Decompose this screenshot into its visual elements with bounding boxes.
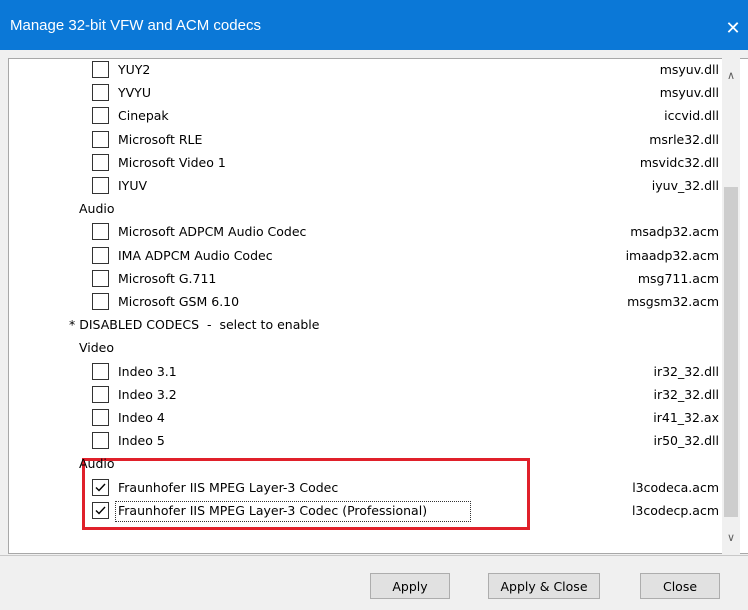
checkbox[interactable] <box>92 362 109 380</box>
apply-button[interactable]: Apply <box>370 573 450 599</box>
codec-file: imaadp32.acm <box>625 247 719 263</box>
codec-row[interactable]: Cinepak iccvid.dll <box>9 106 731 129</box>
close-button[interactable]: Close <box>640 573 720 599</box>
codec-row[interactable]: Indeo 3.1 ir32_32.dll <box>9 362 731 385</box>
codec-file: ir41_32.ax <box>653 410 719 425</box>
codec-name: YVYU <box>118 85 151 101</box>
focus-outline <box>115 500 471 522</box>
scroll-up-icon[interactable]: ∧ <box>722 66 740 84</box>
scroll-down-icon[interactable]: ∨ <box>722 528 740 546</box>
codec-row[interactable]: Microsoft G.711 msg711.acm <box>9 269 731 292</box>
codec-row[interactable]: YVYU msyuv.dll <box>9 83 731 106</box>
codec-file: ir32_32.dll <box>653 363 719 379</box>
checkbox[interactable] <box>92 153 109 171</box>
section-header[interactable]: * DISABLED CODECS - select to enable <box>9 315 731 338</box>
codec-file: msvidc32.dll <box>639 154 719 170</box>
codec-list[interactable]: YUY2 msyuv.dll YVYU msyuv.dll Cinepak iccvid.… <box>8 58 748 554</box>
codec-row[interactable]: Fraunhofer IIS MPEG Layer-3 Codec (Profe… <box>9 500 731 524</box>
codec-name: Microsoft GSM 6.10 <box>118 294 240 309</box>
codec-row[interactable]: YUY2 msyuv.dll <box>9 60 731 83</box>
codec-row[interactable]: IMA ADPCM Audio Codec imaadp32.acm <box>9 246 731 269</box>
codec-file: iyuv_32.dll <box>651 178 719 193</box>
checkbox[interactable] <box>92 130 109 148</box>
codec-file: msadp32.acm <box>630 224 719 240</box>
checkmark-icon <box>95 506 106 515</box>
apply-close-button[interactable]: Apply & Close <box>488 573 600 599</box>
codec-row[interactable]: Microsoft GSM 6.10 msgsm32.acm <box>9 292 731 315</box>
codec-file: msyuv.dll <box>659 62 719 77</box>
codec-row[interactable]: Indeo 3.2 ir32_32.dll <box>9 385 731 408</box>
checkmark-icon <box>95 483 106 492</box>
codec-name: Indeo 3.2 <box>118 386 177 402</box>
codec-file: iccvid.dll <box>664 108 719 124</box>
codec-file: msg711.acm <box>637 270 719 286</box>
codec-name: Indeo 5 <box>118 433 165 449</box>
checkbox[interactable] <box>92 385 109 403</box>
codec-row[interactable]: Microsoft RLE msrle32.dll <box>9 130 731 153</box>
checkbox[interactable] <box>92 432 109 450</box>
checkbox[interactable] <box>92 177 109 194</box>
title-bar[interactable]: Manage 32-bit VFW and ACM codecs ✕ <box>0 0 748 50</box>
group-header: Audio <box>9 199 731 222</box>
close-icon[interactable]: ✕ <box>718 10 748 46</box>
codec-name: YUY2 <box>118 62 151 77</box>
group-label: Audio <box>79 201 115 217</box>
codec-name: Indeo 4 <box>118 410 165 425</box>
codec-row[interactable]: Fraunhofer IIS MPEG Layer-3 Codec l3codec… <box>9 478 731 501</box>
codec-file: l3codecp.acm <box>631 502 719 518</box>
checkbox[interactable] <box>92 223 109 241</box>
codec-row[interactable]: Microsoft Video 1 msvidc32.dll <box>9 153 731 176</box>
checkbox[interactable] <box>92 107 109 125</box>
codec-file: msgsm32.acm <box>627 294 719 309</box>
codec-name: IYUV <box>118 178 148 193</box>
codec-file: l3codeca.acm <box>632 479 719 495</box>
divider <box>0 555 748 556</box>
codec-name: Microsoft RLE <box>118 131 203 147</box>
checkbox[interactable] <box>92 269 109 287</box>
codec-name: Microsoft ADPCM Audio Codec <box>118 224 307 240</box>
group-header: Video <box>9 338 731 361</box>
checkbox[interactable] <box>92 293 109 310</box>
checkbox[interactable] <box>92 246 109 264</box>
scroll-thumb[interactable] <box>724 187 738 517</box>
group-header: Audio <box>9 454 731 477</box>
checkbox[interactable] <box>92 61 109 78</box>
codec-row[interactable]: Indeo 5 ir50_32.dll <box>9 431 731 454</box>
codec-name: IMA ADPCM Audio Codec <box>118 247 273 263</box>
codec-file: msrle32.dll <box>649 131 719 147</box>
dialog-body: YUY2 msyuv.dll YVYU msyuv.dll Cinepak iccvid.… <box>0 50 748 610</box>
section-label: * DISABLED CODECS - select to enable <box>69 317 320 333</box>
checkbox[interactable] <box>92 409 109 426</box>
checkbox-checked[interactable] <box>92 478 109 496</box>
codec-row[interactable]: IYUV iyuv_32.dll <box>9 176 731 199</box>
checkbox[interactable] <box>92 84 109 102</box>
checkbox-checked[interactable] <box>92 501 109 519</box>
vertical-scrollbar[interactable]: ∧ ∨ <box>722 58 740 554</box>
codec-name: Indeo 3.1 <box>118 363 177 379</box>
codec-file: ir32_32.dll <box>653 386 719 402</box>
codec-name: Cinepak <box>118 108 169 124</box>
codec-row[interactable]: Microsoft ADPCM Audio Codec msadp32.acm <box>9 222 731 245</box>
codec-name: Microsoft Video 1 <box>118 154 226 170</box>
group-label: Video <box>79 340 115 356</box>
codec-file: msyuv.dll <box>659 85 719 101</box>
codec-name: Microsoft G.711 <box>118 270 217 286</box>
codec-row[interactable]: Indeo 4 ir41_32.ax <box>9 408 731 431</box>
codec-name: Fraunhofer IIS MPEG Layer-3 Codec <box>118 479 339 495</box>
codec-file: ir50_32.dll <box>653 433 719 449</box>
window-title: Manage 32-bit VFW and ACM codecs <box>10 17 261 34</box>
group-label: Audio <box>79 456 115 472</box>
